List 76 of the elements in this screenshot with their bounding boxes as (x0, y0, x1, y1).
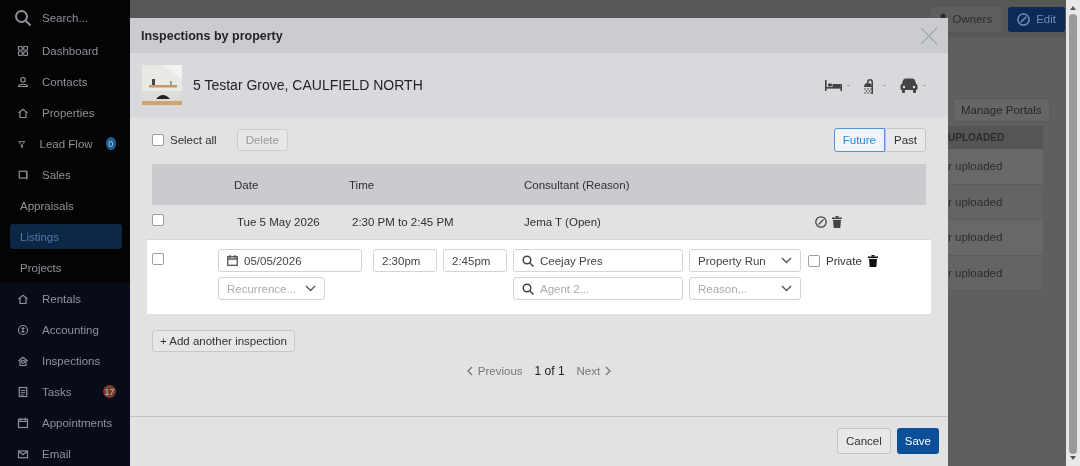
column-header: Consultant (Reason) (524, 178, 631, 191)
sidebar-item[interactable]: Properties (0, 97, 130, 128)
agent-field[interactable]: Ceejay Pres (513, 249, 683, 272)
start-time-field[interactable]: 2:30pm (373, 249, 437, 272)
previous-link[interactable]: Previous (466, 365, 523, 377)
add-inspection-button[interactable]: + Add another inspection (152, 330, 295, 352)
sidebar-subitem[interactable]: Appraisals (10, 193, 122, 218)
feature-count: - (923, 80, 926, 90)
search-icon (522, 254, 534, 267)
checkbox-label: Select all (170, 134, 217, 146)
checkbox-label: Private (826, 254, 862, 267)
table-cell-text: 2:30 PM to 2:45 PM (351, 216, 455, 228)
dialog-title: Inspections by property (141, 28, 283, 43)
sidebar-item[interactable]: Appointments (0, 407, 130, 438)
column-header: Time (349, 178, 376, 191)
grid-icon (17, 44, 29, 57)
chevron-down-icon (781, 285, 792, 292)
filter-tab[interactable]: Past (885, 128, 926, 152)
feature-count: - (883, 80, 886, 90)
checkbox[interactable] (152, 214, 164, 226)
sidebar-subitem[interactable]: Listings (10, 224, 122, 249)
checkbox[interactable] (152, 134, 164, 146)
calendar-icon (17, 416, 29, 429)
sidebar-item[interactable]: Accounting (0, 314, 130, 345)
sidebar-item[interactable]: Dashboard (0, 35, 130, 66)
bed-icon (825, 79, 842, 91)
filter-tab[interactable]: Future (833, 128, 885, 152)
sidebar-item[interactable]: Inspections (0, 345, 130, 376)
mail-icon (17, 447, 29, 460)
checkbox[interactable] (808, 254, 820, 267)
sidebar-item[interactable]: Tasks 17 (0, 376, 130, 407)
checkbox[interactable] (152, 252, 164, 265)
table-cell-text: Jema T (Open) (524, 216, 602, 228)
sidebar-item[interactable]: Lead Flow 0 (0, 128, 130, 159)
table-cell-text: Tue 5 May 2026 (236, 216, 321, 228)
table-cell: r uploaded (948, 220, 1043, 256)
count-badge: 0 (105, 137, 116, 150)
property-address: 5 Testar Grove, CAULFIELD NORTH (193, 77, 423, 93)
table-cell: r uploaded (948, 149, 1043, 185)
save-button[interactable]: Save (896, 428, 939, 454)
house-icon (17, 106, 29, 119)
person-icon (17, 75, 29, 88)
house-icon (17, 292, 29, 305)
sidebar-item[interactable]: Rentals (0, 283, 130, 314)
chevron-down-icon (781, 257, 792, 264)
sidebar-item[interactable]: Contacts (0, 66, 130, 97)
search-field[interactable]: Search... (42, 11, 89, 24)
calendar-icon (227, 255, 238, 266)
checklist-icon (17, 385, 29, 398)
cancel-icon[interactable] (815, 216, 827, 228)
type-dropdown[interactable]: Property Run (689, 249, 801, 272)
feature-count: - (847, 80, 850, 90)
trash-icon[interactable] (832, 216, 842, 228)
search-icon (14, 8, 32, 27)
edit-icon (1017, 12, 1031, 26)
end-time-field[interactable]: 2:45pm (443, 249, 507, 272)
edit-button[interactable]: Edit (1008, 6, 1065, 32)
chevron-right-icon (605, 366, 612, 376)
sidebar-subitem[interactable]: Projects (10, 255, 122, 280)
column-header: Date (234, 178, 260, 191)
count-badge: 17 (103, 385, 116, 398)
sidebar-item[interactable]: Email (0, 438, 130, 466)
car-icon (900, 77, 918, 93)
dollar-icon (17, 323, 29, 336)
trash-icon[interactable] (867, 254, 878, 267)
chevron-left-icon (466, 366, 473, 376)
scrollbar[interactable] (1066, 0, 1080, 466)
cancel-button[interactable]: Cancel (836, 428, 891, 454)
close-icon[interactable] (920, 26, 938, 45)
chevron-down-icon (305, 285, 316, 292)
next-link[interactable]: Next (576, 365, 612, 377)
sidebar-item[interactable]: Sales (0, 159, 130, 190)
date-field[interactable]: 05/05/2026 (218, 249, 362, 272)
search-icon (522, 282, 534, 295)
house-icon (17, 354, 29, 367)
page-indicator: 1 of 1 (534, 364, 565, 378)
